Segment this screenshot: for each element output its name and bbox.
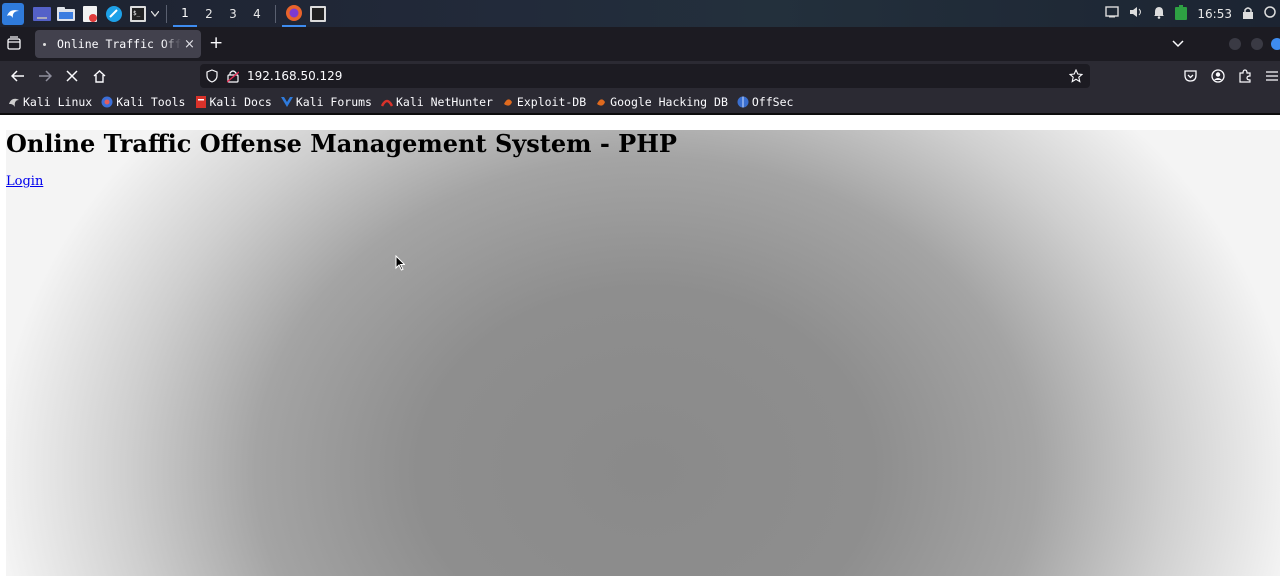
panel-separator [275, 4, 276, 23]
bookmark-kali-linux[interactable]: Kali Linux [8, 95, 92, 109]
show-desktop-icon[interactable] [32, 4, 52, 24]
kali-docs-icon [195, 96, 207, 108]
workspace-2[interactable]: 2 [197, 0, 221, 27]
bookmark-kali-tools[interactable]: Kali Tools [101, 95, 186, 109]
navigation-toolbar: 192.168.50.129 [0, 61, 1280, 91]
kali-tools-icon [101, 96, 113, 108]
forward-button[interactable] [37, 68, 53, 84]
system-panel: $_ 1 2 3 4 16:53 [0, 0, 1280, 27]
chevron-down-icon[interactable] [150, 4, 160, 24]
workspace-4[interactable]: 4 [245, 0, 269, 27]
account-icon[interactable] [1210, 68, 1226, 84]
logout-icon[interactable] [1264, 6, 1276, 21]
login-link[interactable]: Login [6, 174, 43, 189]
panel-separator [166, 4, 167, 23]
pocket-icon[interactable] [1182, 68, 1198, 84]
battery-icon[interactable] [1175, 4, 1188, 23]
firefox-view-icon[interactable] [7, 36, 23, 52]
page-background [6, 130, 1280, 576]
kali-forums-icon [280, 96, 293, 108]
bookmark-label: Kali Tools [116, 95, 186, 109]
screen-icon[interactable] [1105, 6, 1120, 21]
bookmark-label: Kali NetHunter [395, 95, 493, 109]
new-tab-button[interactable]: + [209, 35, 223, 52]
lock-screen-icon[interactable] [1242, 6, 1254, 22]
close-window-button[interactable] [1271, 38, 1280, 50]
firefox-launcher-icon[interactable] [104, 4, 124, 24]
bookmark-kali-forums[interactable]: Kali Forums [280, 95, 372, 109]
extensions-icon[interactable] [1237, 68, 1253, 84]
stop-loading-button[interactable] [64, 68, 80, 84]
workspace-1[interactable]: 1 [173, 0, 197, 27]
system-tray: 16:53 [1105, 0, 1280, 27]
home-button[interactable] [91, 68, 107, 84]
bookmark-label: Kali Docs [209, 95, 272, 109]
tab-online-traffic[interactable]: Online Traffic Offense Management System… [35, 30, 201, 58]
maximize-button[interactable] [1251, 38, 1263, 50]
tab-title: Online Traffic Offense Management System… [57, 37, 181, 51]
clock[interactable]: 16:53 [1197, 7, 1232, 21]
list-all-tabs-icon[interactable] [1172, 37, 1184, 51]
back-button[interactable] [10, 68, 26, 84]
volume-icon[interactable] [1129, 6, 1143, 21]
loading-dot-icon [43, 42, 46, 46]
terminal-launcher-icon[interactable]: $_ [128, 4, 148, 24]
bookmark-label: OffSec [751, 95, 794, 109]
bookmark-label: Exploit-DB [516, 95, 587, 109]
bookmark-kali-docs[interactable]: Kali Docs [195, 95, 272, 109]
bookmark-google-hacking-db[interactable]: Google Hacking DB [595, 95, 728, 109]
url-text[interactable]: 192.168.50.129 [247, 69, 342, 83]
bookmark-kali-nethunter[interactable]: Kali NetHunter [380, 95, 493, 109]
bookmark-exploit-db[interactable]: Exploit-DB [502, 95, 586, 109]
nethunter-icon [380, 96, 394, 108]
bookmark-label: Kali Forums [295, 95, 372, 109]
terminal-task-icon[interactable] [306, 0, 330, 27]
web-page: Online Traffic Offense Management System… [0, 115, 1280, 576]
bookmark-label: Kali Linux [23, 95, 93, 109]
tab-strip: Online Traffic Offense Management System… [0, 27, 1280, 61]
offsec-icon [737, 96, 749, 108]
ghdb-icon [595, 96, 607, 108]
exploit-db-icon [502, 96, 514, 108]
insecure-lock-icon[interactable] [226, 69, 240, 86]
minimize-button[interactable] [1229, 38, 1241, 50]
tracking-shield-icon[interactable] [206, 69, 218, 86]
bookmark-star-icon[interactable] [1068, 68, 1084, 86]
firefox-task-icon[interactable] [282, 0, 306, 27]
workspace-3[interactable]: 3 [221, 0, 245, 27]
app-menu-icon[interactable] [1264, 68, 1280, 84]
bookmark-label: Google Hacking DB [610, 95, 728, 109]
kali-menu-icon[interactable] [2, 2, 24, 25]
svg-text:$_: $_ [133, 10, 141, 17]
page-title: Online Traffic Offense Management System… [6, 129, 677, 158]
bookmarks-toolbar: Kali Linux Kali Tools Kali Docs Kali For… [0, 91, 1280, 113]
text-editor-icon[interactable] [80, 4, 100, 24]
file-manager-icon[interactable] [56, 4, 76, 24]
bookmark-offsec[interactable]: OffSec [737, 95, 794, 109]
kali-dragon-icon [8, 96, 20, 108]
url-bar[interactable]: 192.168.50.129 [200, 64, 1090, 88]
tab-close-icon[interactable]: × [184, 37, 195, 52]
mouse-pointer-icon [395, 254, 406, 274]
notification-bell-icon[interactable] [1153, 6, 1165, 22]
